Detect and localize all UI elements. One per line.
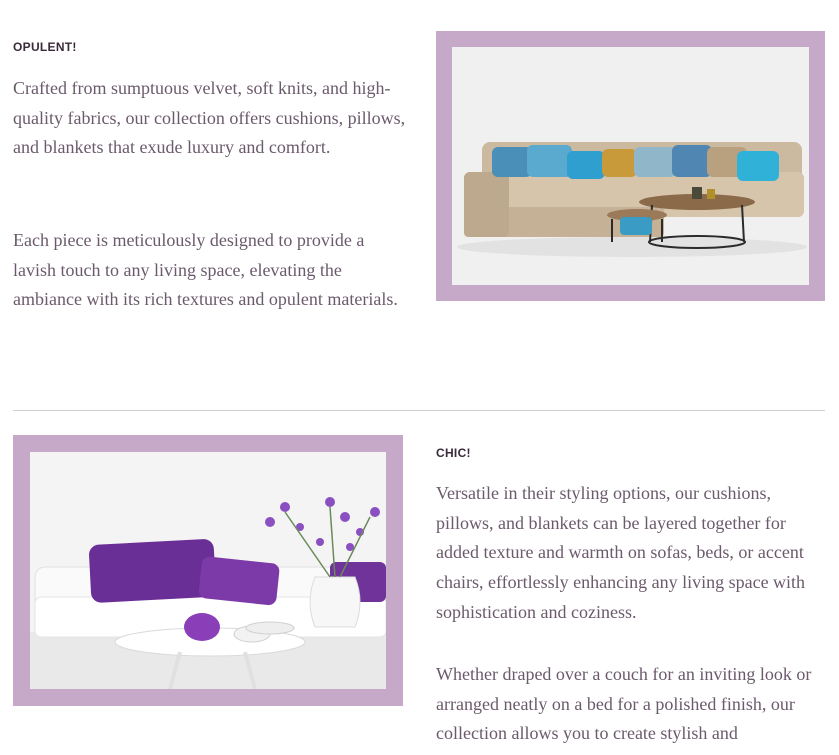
section-heading-opulent: OPULENT! <box>13 40 77 54</box>
paragraph-chic-2: Whether draped over a couch for an invit… <box>436 664 812 744</box>
section-heading-chic: CHIC! <box>436 446 471 460</box>
paragraph-opulent-2: Each piece is meticulously designed to p… <box>13 230 398 310</box>
living-room-image-frame <box>13 435 403 706</box>
living-room-photo <box>30 452 386 689</box>
paragraph-opulent-1: Crafted from sumptuous velvet, soft knit… <box>13 78 406 158</box>
sofa-image-frame <box>436 31 825 301</box>
section-divider <box>13 410 825 411</box>
paragraph-chic-1: Versatile in their styling options, our … <box>436 483 806 622</box>
sofa-photo <box>452 47 809 285</box>
